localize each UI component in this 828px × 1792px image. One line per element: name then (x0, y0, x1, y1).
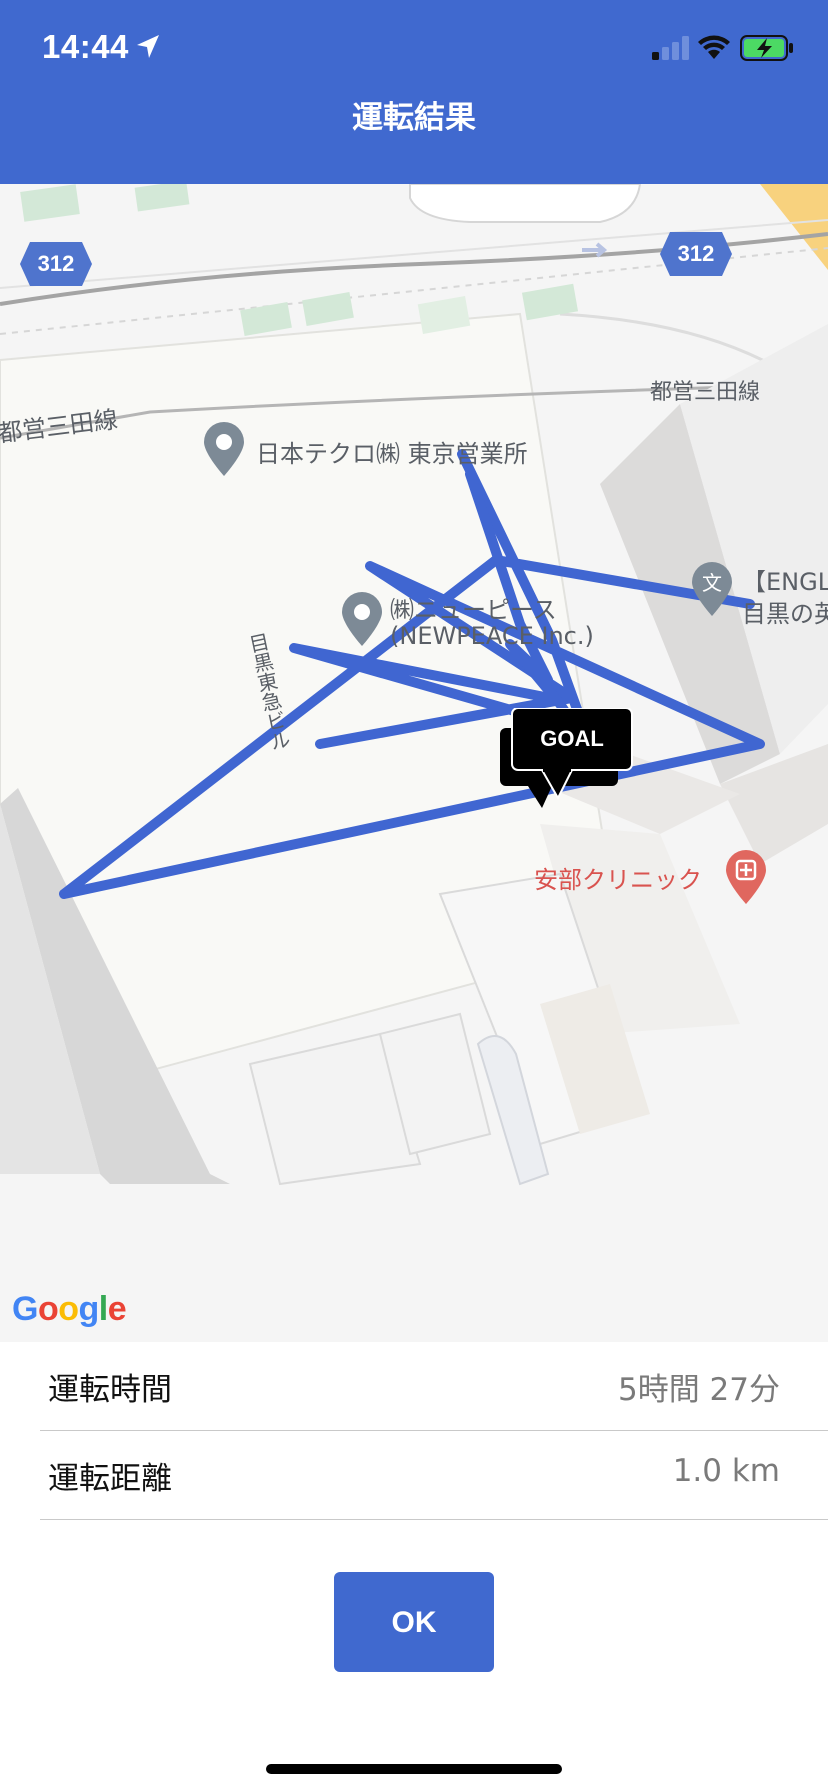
driving-time-value: 5時間 27分 (617, 1372, 780, 1408)
ok-button[interactable]: OK (334, 1572, 494, 1672)
road-sign-number: 312 (677, 241, 715, 266)
driving-distance-row: 運転距離 1.0 km (40, 1431, 828, 1520)
driving-distance-label: 運転距離 (48, 1461, 172, 1497)
wifi-icon (698, 35, 730, 59)
route-map[interactable]: 312 312 都営三田線 都営三田線 日本テクロ㈱ 東京営業所 ㈱ニューピース… (0, 184, 828, 1342)
poi-label-nihon-techro[interactable]: 日本テクロ㈱ 東京営業所 (256, 434, 528, 469)
clinic-label[interactable]: 安部クリニック (534, 860, 702, 895)
map-pin-icon[interactable] (202, 422, 246, 478)
road-sign-number: 312 (37, 251, 75, 276)
status-time: 14:44 (42, 28, 129, 65)
poi-label-english-line1[interactable]: 【ENGL (742, 562, 828, 597)
app-header: 14:44 運転結果 (0, 0, 828, 184)
goal-marker[interactable]: GOAL (498, 708, 634, 808)
route-path (59, 449, 765, 899)
school-pin-icon[interactable]: 文 (690, 562, 734, 618)
goal-marker-label: GOAL (540, 726, 604, 751)
road-sign-312-right: 312 (660, 232, 732, 276)
driving-time-row: 運転時間 5時間 27分 (40, 1342, 828, 1431)
driving-time-label: 運転時間 (48, 1372, 172, 1408)
home-indicator[interactable] (266, 1764, 562, 1774)
svg-text:文: 文 (702, 571, 722, 595)
google-logo: Google (12, 1290, 127, 1328)
poi-label-newpeace-line1[interactable]: ㈱ニューピース (390, 590, 557, 625)
clinic-pin-icon[interactable] (724, 850, 768, 906)
road-sign-312-left: 312 (20, 242, 92, 286)
location-arrow-icon (137, 35, 159, 58)
poi-label-english-line2[interactable]: 目黒の英 (742, 594, 828, 629)
driving-distance-value: 1.0 km (672, 1453, 780, 1489)
battery-charging-icon (740, 35, 793, 61)
poi-label-newpeace-line2[interactable]: (NEWPEACE Inc.) (390, 622, 594, 650)
map-pin-icon[interactable] (340, 592, 384, 648)
cellular-signal-icon (652, 36, 689, 60)
rail-line-label-right: 都営三田線 (650, 380, 761, 405)
page-title: 運転結果 (352, 100, 476, 136)
